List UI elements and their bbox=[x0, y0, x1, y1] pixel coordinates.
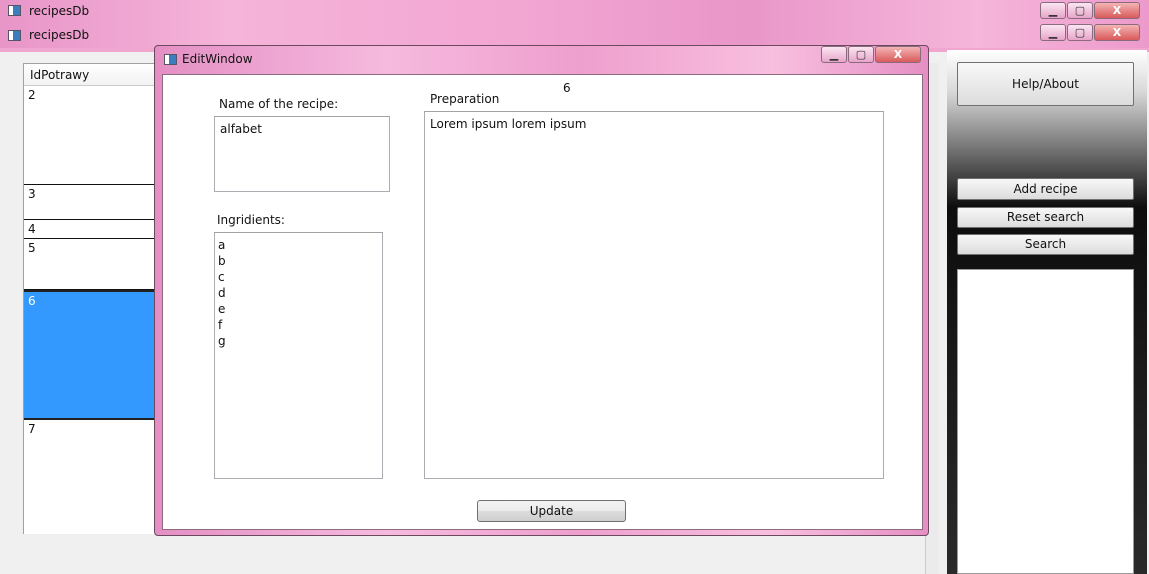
update-button[interactable]: Update bbox=[477, 500, 626, 522]
preparation-label: Preparation bbox=[430, 92, 500, 106]
ingredient-item: d bbox=[218, 286, 226, 300]
ingredient-item: e bbox=[218, 302, 226, 316]
search-results-list[interactable] bbox=[957, 269, 1134, 574]
edit-window-title: EditWindow bbox=[182, 52, 253, 66]
ingredient-item: a bbox=[218, 238, 226, 252]
edit-window-content: 6 Name of the recipe: alfabet Preparatio… bbox=[162, 74, 923, 530]
maximize-icon[interactable]: ▢ bbox=[848, 46, 874, 63]
maximize-icon[interactable]: ▢ bbox=[1067, 2, 1093, 19]
minimize-icon[interactable]: ▁ bbox=[821, 46, 847, 63]
recipe-id-label: 6 bbox=[563, 81, 571, 95]
recipe-name-label: Name of the recipe: bbox=[219, 97, 339, 111]
close-icon[interactable]: X bbox=[875, 46, 921, 63]
background-window-titlebar: recipesDb ▁ ▢ X bbox=[0, 0, 1149, 22]
app-icon bbox=[8, 5, 21, 16]
ingredient-item: g bbox=[218, 334, 226, 348]
ingredient-item: f bbox=[218, 318, 223, 332]
ingredient-item: b bbox=[218, 254, 226, 268]
ingredient-item: c bbox=[218, 270, 225, 284]
background-window-title: recipesDb bbox=[29, 4, 90, 18]
app-icon bbox=[8, 30, 21, 41]
maximize-icon[interactable]: ▢ bbox=[1067, 24, 1093, 41]
help-about-button[interactable]: Help/About bbox=[957, 62, 1134, 106]
close-icon[interactable]: X bbox=[1094, 2, 1140, 19]
close-icon[interactable]: X bbox=[1094, 24, 1140, 41]
ingredients-field[interactable]: a b c d e f g bbox=[214, 232, 383, 479]
app-icon bbox=[164, 54, 177, 65]
ingredients-label: Ingridients: bbox=[217, 213, 285, 227]
add-recipe-button[interactable]: Add recipe bbox=[957, 178, 1134, 200]
preparation-field[interactable]: Lorem ipsum lorem ipsum bbox=[424, 111, 884, 479]
edit-window: EditWindow ▁ ▢ X 6 Name of the recipe: a… bbox=[154, 45, 929, 536]
minimize-icon[interactable]: ▁ bbox=[1040, 24, 1066, 41]
recipe-name-field[interactable]: alfabet bbox=[214, 116, 390, 192]
search-button[interactable]: Search bbox=[957, 234, 1134, 255]
main-window-title: recipesDb bbox=[29, 28, 90, 42]
minimize-icon[interactable]: ▁ bbox=[1040, 2, 1066, 19]
reset-search-button[interactable]: Reset search bbox=[957, 207, 1134, 228]
